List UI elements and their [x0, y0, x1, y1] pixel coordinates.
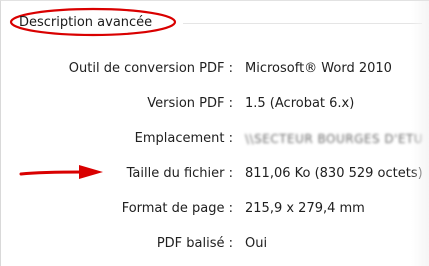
property-label: Outil de conversion PDF : — [68, 61, 233, 76]
property-row-location: Emplacement : \\SECTEUR BOURGES D'ETU — [1, 123, 429, 158]
section-divider — [183, 23, 422, 24]
property-value: Oui — [245, 236, 268, 251]
property-value: 811,06 Ko (830 529 octets) — [245, 166, 423, 181]
property-value: Microsoft® Word 2010 — [245, 61, 392, 76]
property-label: Format de page : — [121, 201, 233, 216]
property-value: 1.5 (Acrobat 6.x) — [245, 96, 355, 111]
document-properties-panel: Description avancée Outil de conversion … — [0, 0, 429, 266]
property-row-file-size: Taille du fichier : 811,06 Ko (830 529 o… — [1, 158, 429, 193]
property-value: 215,9 x 279,4 mm — [245, 201, 365, 216]
window-edge-fade — [411, 1, 429, 266]
property-label: Taille du fichier : — [126, 166, 233, 181]
advanced-description-header: Description avancée — [9, 7, 179, 37]
property-label: PDF balisé : — [156, 236, 233, 251]
property-value-obscured: \\SECTEUR BOURGES D'ETU — [245, 132, 424, 146]
property-row-pdf-version: Version PDF : 1.5 (Acrobat 6.x) — [1, 88, 429, 123]
property-label: Version PDF : — [147, 96, 233, 111]
property-row-pdf-producer: Outil de conversion PDF : Microsoft® Wor… — [1, 53, 429, 88]
property-row-page-size: Format de page : 215,9 x 279,4 mm — [1, 193, 429, 228]
property-label: Emplacement : — [134, 131, 233, 146]
section-title: Description avancée — [19, 15, 153, 30]
properties-list: Outil de conversion PDF : Microsoft® Wor… — [1, 53, 429, 263]
property-row-tagged-pdf: PDF balisé : Oui — [1, 228, 429, 263]
